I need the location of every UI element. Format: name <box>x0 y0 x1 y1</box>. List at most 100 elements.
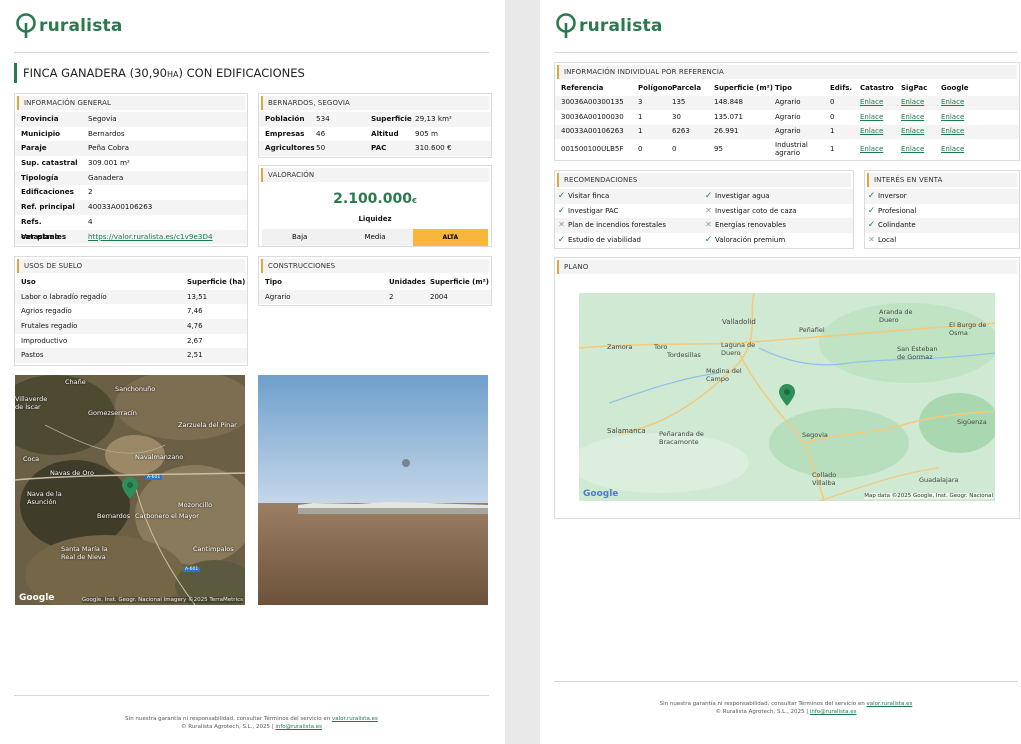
info-value: Ganadera <box>88 172 124 182</box>
reference-link[interactable]: Enlace <box>860 96 901 110</box>
column-header: Tipo <box>265 278 282 286</box>
land-use-area: 7,46 <box>187 307 203 316</box>
sale-interest-panel: Interés en venta ✓ Inversor ✓ Profesional ✓ C… <box>864 170 1020 249</box>
info-key: Tipología <box>21 172 59 182</box>
general-info-row: Paraje Peña Cobra <box>15 141 247 157</box>
table-cell: 135 <box>672 98 686 106</box>
info-value: Peña Cobra <box>88 143 130 153</box>
reference-link[interactable]: Enlace <box>901 96 941 110</box>
recommendation-item: ✕ Energías renovables <box>702 218 786 233</box>
property-photo <box>258 375 488 605</box>
map-link[interactable]: https://valor.ruralista.es/c1v9e3D4 <box>88 230 213 245</box>
logo-icon <box>556 13 576 38</box>
footer: Sin nuestra garantía ni responsabilidad,… <box>125 716 378 730</box>
info-value: Segovia <box>88 114 117 123</box>
map-label: Peñafiel <box>799 326 825 334</box>
recommendations-panel: Recomendaciones ✓ Visitar finca ✓ Investiga… <box>554 170 854 249</box>
general-info-row: Edificaciones 2 <box>15 185 247 200</box>
general-info-row: Ref. principal 40033A00106263 <box>15 200 247 215</box>
map-label: Carbonero el Mayor <box>135 512 199 520</box>
reference-link[interactable]: Enlace <box>901 143 941 157</box>
table-cell: 148.848 <box>714 98 743 106</box>
recommendation-item: ✕ Plan de incendios forestales <box>555 218 702 233</box>
table-cell: 30 <box>672 112 681 121</box>
table-cell: 26.991 <box>714 127 739 135</box>
map-label: Salamanca <box>607 427 646 435</box>
road-badge: A-601 <box>145 475 163 480</box>
logo-icon <box>16 13 36 38</box>
map-label: Tordesillas <box>667 351 701 359</box>
land-use-area: 4,76 <box>187 322 203 331</box>
reference-link[interactable]: Enlace <box>901 125 941 139</box>
info-key: Altitud <box>371 128 399 138</box>
interest-text: Local <box>878 236 897 245</box>
reference-link[interactable]: Enlace <box>901 111 941 125</box>
table-cell: 0 <box>830 98 835 106</box>
column-header: Superficie (m²) <box>714 84 773 92</box>
page-title: FINCA GANADERA (30,90HA) CON EDIFICACION… <box>14 63 498 83</box>
reference-link[interactable]: Enlace <box>941 111 981 125</box>
sale-interest-header: Interés en venta <box>867 173 1017 187</box>
recommendation-item: ✓ Estudio de viabilidad <box>555 233 702 248</box>
info-key: Provincia <box>21 114 59 123</box>
recommendations-list: ✓ Visitar finca ✓ Investigar agua ✓ Investiga… <box>555 189 853 248</box>
reference-link[interactable]: Enlace <box>860 125 901 139</box>
general-info-panel: Información general Provincia Segovia Muni… <box>14 93 248 247</box>
table-cell: 3 <box>638 98 643 106</box>
recommendation-text: Plan de incendios forestales <box>568 221 666 230</box>
road-map[interactable]: Aranda de Duero Valladolid Peñafiel El B… <box>579 293 995 501</box>
map-attribution: Map data ©2025 Google, Inst. Geogr. Naci… <box>864 493 993 499</box>
logo-text: ruralista <box>579 16 663 36</box>
map-label: Peñaranda de Bracamonte <box>659 430 704 446</box>
map-label: Bernardos <box>97 512 131 520</box>
recommendation-text: Investigar coto de caza <box>715 206 797 215</box>
map-label: Santa María la Real de Nieva <box>61 545 108 561</box>
email-link[interactable]: info@ruralista.es <box>275 724 322 730</box>
map-label: Guadalajara <box>919 476 959 484</box>
google-logo: Google <box>583 489 619 499</box>
reference-link[interactable]: Enlace <box>941 143 981 157</box>
general-info-row: Provincia Segovia <box>15 112 247 127</box>
recommendation-text: Valoración premium <box>715 236 786 245</box>
constructions-row: Agrario 2 2004 <box>259 289 491 305</box>
map-label: Sigüenza <box>957 418 987 426</box>
terms-link[interactable]: valor.ruralista.es <box>332 716 378 722</box>
reference-link[interactable]: Enlace <box>860 143 901 157</box>
table-cell: 0 <box>830 112 835 121</box>
recommendation-item: ✓ Visitar finca <box>555 189 702 204</box>
info-value: 46 <box>316 128 326 138</box>
map-label: Collado Villalba <box>812 471 837 487</box>
recommendation-text: Energías renovables <box>715 221 786 230</box>
general-info-row: Refs. catastrales 4 <box>15 215 247 241</box>
reference-header-row: Referencia Polígono Parcela Superficie (m²)… <box>555 81 1019 96</box>
terms-link[interactable]: valor.ruralista.es <box>866 701 912 707</box>
info-value: 50 <box>316 143 326 153</box>
info-key: PAC <box>371 143 387 153</box>
municipality-row: Empresas 46 Altitud 905 m <box>259 127 491 142</box>
reference-link[interactable]: Enlace <box>941 96 981 110</box>
map-panel: Plano Aranda de Duero Valladolid Peñafie… <box>554 257 1020 519</box>
land-use-header-row: Uso Superficie (ha) <box>15 275 247 290</box>
general-info-row: Sup. catastral 309.001 m² <box>15 156 247 171</box>
google-logo: Google <box>19 593 55 603</box>
recommendation-row: ✕ Plan de incendios forestales ✕ Energías r… <box>555 218 853 234</box>
column-header: Tipo <box>775 84 792 92</box>
email-link[interactable]: info@ruralista.es <box>810 709 857 715</box>
map-label: Zamora <box>607 343 633 351</box>
reference-link[interactable]: Enlace <box>860 111 901 125</box>
info-key: Ver plano <box>21 231 60 241</box>
table-cell: 1 <box>830 127 835 135</box>
info-value: 40033A00106263 <box>88 202 153 212</box>
reference-link[interactable]: Enlace <box>941 125 981 139</box>
cross-icon: ✕ <box>705 205 712 215</box>
column-header: Superficie (ha) <box>187 278 246 286</box>
map-label: Navalmanzano <box>135 453 184 461</box>
satellite-map[interactable]: Chañe Sanchonuño Villaverde de Íscar Gom… <box>15 375 245 605</box>
table-cell: 1 <box>638 127 643 135</box>
liquidity-level: Media <box>337 229 413 246</box>
map-label: Medina del Campo <box>706 367 742 383</box>
general-info-list: Provincia Segovia Municipio Bernardos Paraje… <box>15 112 247 245</box>
table-cell: 2 <box>389 292 394 301</box>
municipality-list: Población 534 Superficie 29,13 km² Empresas 4… <box>259 112 491 157</box>
info-key: Superficie <box>371 114 412 123</box>
